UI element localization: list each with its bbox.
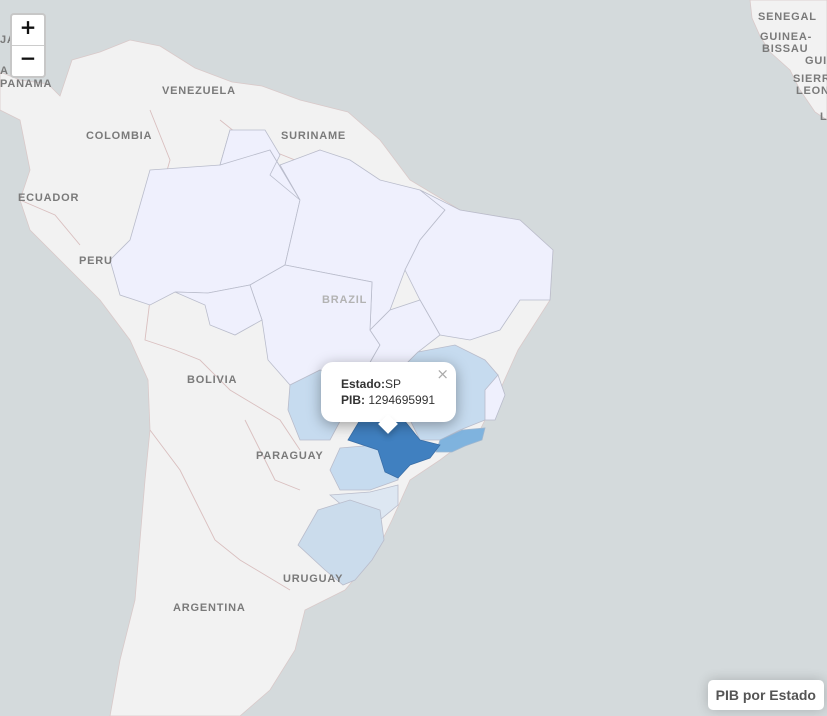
label-argentina: ARGENTINA: [173, 602, 246, 614]
popup-content: Estado:SP PIB: 1294695991: [341, 376, 435, 408]
zoom-in-button[interactable]: +: [12, 15, 44, 45]
state-popup: × Estado:SP PIB: 1294695991: [321, 362, 456, 434]
label-guinea-bissau-2: BISSAU: [762, 43, 808, 55]
label-bolivia: BOLIVIA: [187, 374, 237, 386]
label-paraguay: PARAGUAY: [256, 450, 324, 462]
label-senegal: SENEGAL: [758, 11, 817, 23]
zoom-out-button[interactable]: −: [12, 45, 44, 76]
label-venezuela: VENEZUELA: [162, 85, 236, 97]
label-ecuador: ECUADOR: [18, 192, 79, 204]
label-guinea: GUI: [805, 55, 827, 67]
map-canvas[interactable]: VENEZUELA COLOMBIA SURINAME ECUADOR PERU…: [0, 0, 827, 716]
label-brazil: BRAZIL: [322, 294, 367, 306]
label-edge-l: L: [820, 111, 827, 123]
popup-close-button[interactable]: ×: [436, 365, 449, 383]
label-guinea-bissau-1: GUINEA-: [760, 31, 812, 43]
label-sierra-1: SIERR: [793, 73, 827, 85]
label-panama: PANAMA: [0, 78, 52, 90]
popup-estado-value: SP: [385, 377, 402, 391]
popup-pib-value: 1294695991: [368, 393, 436, 407]
label-uruguay: URUGUAY: [283, 573, 343, 585]
label-edge-a: A: [0, 65, 9, 77]
legend-title: PIB por Estado: [707, 680, 824, 710]
label-sierra-2: LEON: [796, 85, 827, 97]
label-colombia: COLOMBIA: [86, 130, 152, 142]
popup-estado-label: Estado:: [341, 377, 386, 391]
popup-pib-label: PIB:: [341, 393, 365, 407]
label-suriname: SURINAME: [281, 130, 346, 142]
label-peru: PERU: [79, 255, 113, 267]
zoom-control: + −: [10, 13, 46, 78]
